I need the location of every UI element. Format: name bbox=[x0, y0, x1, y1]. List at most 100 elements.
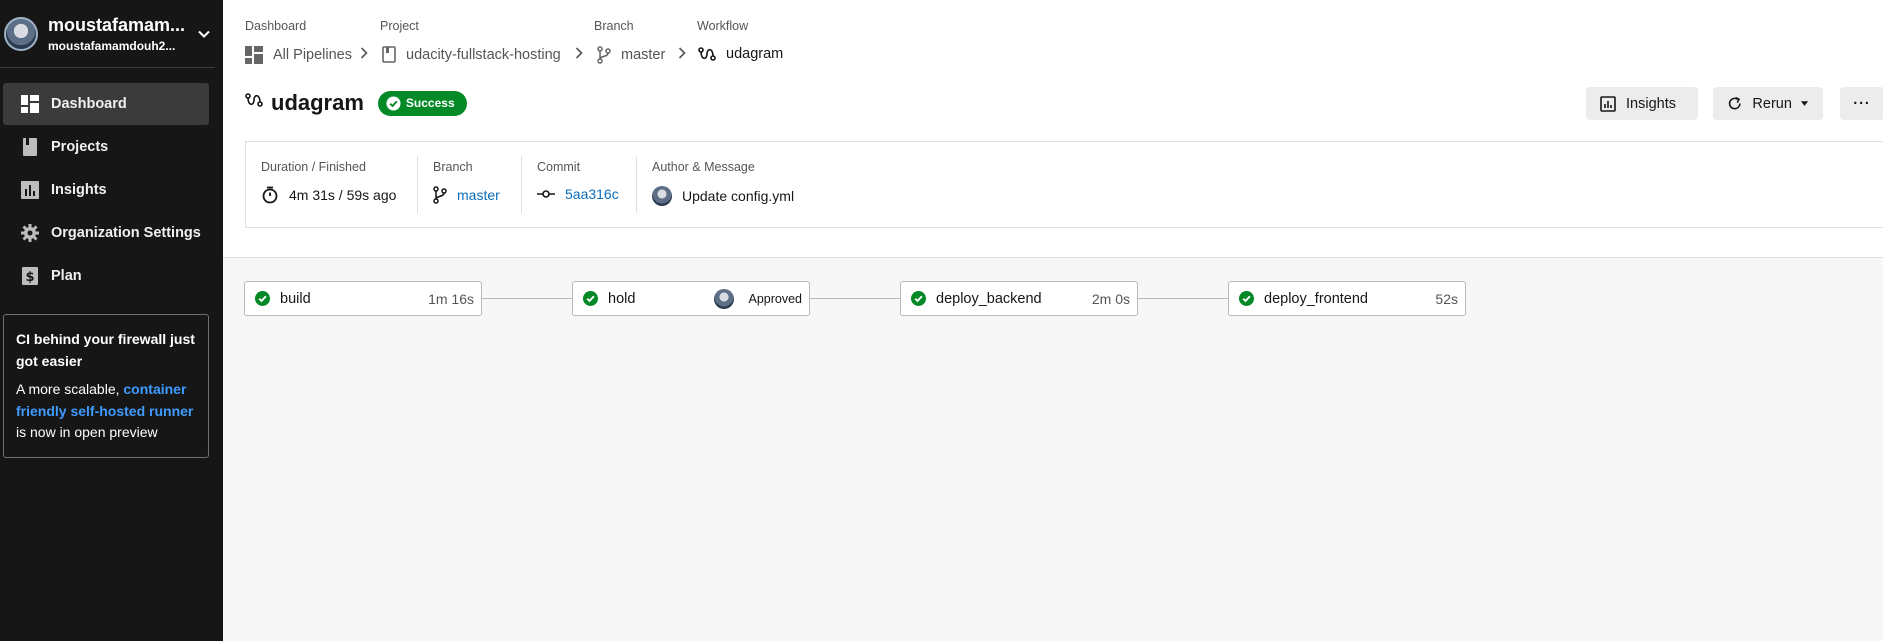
breadcrumb-item-label: udagram bbox=[726, 46, 784, 62]
breadcrumb-project[interactable]: udacity-fullstack-hosting bbox=[382, 46, 561, 63]
promo-card: CI behind your firewall just got easier … bbox=[3, 314, 209, 458]
promo-text: A more scalable, container friendly self… bbox=[16, 379, 196, 444]
chevron-down-icon[interactable] bbox=[196, 26, 212, 42]
check-circle-icon bbox=[1239, 291, 1254, 306]
chevron-right-icon bbox=[575, 46, 583, 62]
branch-icon bbox=[597, 46, 611, 64]
sidebar-item-projects[interactable]: Projects bbox=[3, 126, 209, 168]
job-duration: 2m 0s bbox=[1091, 290, 1130, 307]
promo-text-before: A more scalable, bbox=[16, 381, 120, 397]
insights-button-label: Insights bbox=[1626, 95, 1676, 112]
job-name: deploy_backend bbox=[936, 290, 1042, 307]
check-circle-icon bbox=[583, 291, 598, 306]
promo-title: CI behind your firewall just got easier bbox=[16, 331, 195, 369]
user-switcher[interactable]: moustafamam... moustafamamdouh2... bbox=[0, 0, 215, 68]
book-icon bbox=[20, 138, 39, 157]
job-deploy-backend[interactable]: deploy_backend 2m 0s bbox=[900, 281, 1138, 316]
chevron-right-icon bbox=[678, 46, 686, 62]
job-duration: 1m 16s bbox=[428, 290, 474, 307]
refresh-icon bbox=[1728, 96, 1741, 110]
workflow-summary: Duration / Finished 4m 31s / 59s ago Bra… bbox=[245, 141, 1883, 228]
svg-text:$: $ bbox=[25, 270, 34, 285]
approval-status: Approved bbox=[748, 291, 802, 306]
author-label: Author & Message bbox=[652, 160, 755, 174]
duration-value-row: 4m 31s / 59s ago bbox=[261, 186, 403, 204]
book-icon bbox=[382, 46, 396, 63]
job-connector bbox=[809, 298, 901, 299]
breadcrumb-label-dashboard: Dashboard bbox=[245, 19, 307, 33]
summary-duration: Duration / Finished 4m 31s / 59s ago bbox=[246, 156, 418, 213]
branch-label: Branch bbox=[433, 160, 473, 174]
dashboard-icon bbox=[245, 46, 263, 64]
rerun-button-label: Rerun bbox=[1752, 95, 1792, 112]
sidebar: moustafamam... moustafamamdouh2... Dashb… bbox=[0, 0, 223, 641]
breadcrumb-item-label: All Pipelines bbox=[273, 47, 352, 63]
breadcrumb-label-project: Project bbox=[380, 19, 419, 33]
rerun-button[interactable]: Rerun bbox=[1713, 87, 1823, 120]
commit-message: Update config.yml bbox=[682, 188, 795, 204]
breadcrumb-label-workflow: Workflow bbox=[697, 19, 749, 33]
sidebar-item-dashboard[interactable]: Dashboard bbox=[3, 83, 209, 125]
branch-icon bbox=[433, 186, 447, 204]
check-circle-icon bbox=[255, 291, 270, 306]
job-build[interactable]: build 1m 16s bbox=[244, 281, 482, 316]
sidebar-item-insights[interactable]: Insights bbox=[3, 169, 209, 211]
breadcrumb-item-label: master bbox=[621, 47, 666, 63]
more-options-icon: ··· bbox=[1853, 95, 1871, 112]
timer-icon bbox=[262, 186, 278, 204]
job-name: deploy_frontend bbox=[1264, 290, 1368, 307]
breadcrumb-item-label: udacity-fullstack-hosting bbox=[406, 46, 561, 63]
title-row: udagram Success bbox=[245, 90, 467, 116]
insights-button[interactable]: Insights bbox=[1586, 87, 1698, 120]
commit-label: Commit bbox=[537, 160, 581, 174]
page-title: udagram bbox=[271, 90, 364, 115]
commit-icon bbox=[537, 190, 555, 198]
status-badge: Success bbox=[377, 90, 467, 116]
job-duration: 52s bbox=[1435, 290, 1458, 307]
sidebar-item-plan[interactable]: $ Plan bbox=[3, 255, 209, 297]
more-button[interactable]: ··· bbox=[1840, 87, 1883, 120]
sidebar-item-organization-settings[interactable]: Organization Settings bbox=[3, 212, 209, 254]
user-name: moustafamam... bbox=[48, 14, 186, 35]
summary-author: Author & Message Update config.yml bbox=[637, 156, 837, 213]
avatar bbox=[652, 186, 672, 206]
caret-down-icon bbox=[1800, 100, 1809, 106]
gear-icon bbox=[20, 224, 39, 243]
summary-commit: Commit 5aa316c bbox=[522, 156, 637, 213]
branch-value: master bbox=[457, 187, 500, 203]
breadcrumb-branch[interactable]: master bbox=[597, 46, 665, 64]
chart-icon bbox=[20, 181, 39, 200]
duration-value: 4m 31s / 59s ago bbox=[289, 187, 397, 203]
breadcrumb-all-pipelines[interactable]: All Pipelines bbox=[245, 46, 352, 64]
job-hold[interactable]: hold Approved bbox=[572, 281, 810, 316]
job-deploy-frontend[interactable]: deploy_frontend 52s bbox=[1228, 281, 1466, 316]
duration-label: Duration / Finished bbox=[261, 160, 366, 174]
breadcrumb-label-branch: Branch bbox=[594, 19, 634, 33]
workflow-icon bbox=[698, 47, 716, 61]
commit-link[interactable]: 5aa316c bbox=[537, 186, 622, 202]
user-info: moustafamam... moustafamamdouh2... bbox=[48, 15, 188, 53]
status-badge-label: Success bbox=[405, 96, 455, 110]
sidebar-item-label: Organization Settings bbox=[51, 225, 201, 241]
workflow-header: Dashboard Project Branch Workflow All Pi… bbox=[223, 0, 1883, 258]
sidebar-item-label: Projects bbox=[51, 139, 109, 155]
job-connector bbox=[481, 298, 573, 299]
summary-branch: Branch master bbox=[418, 156, 522, 213]
chevron-right-icon bbox=[360, 46, 368, 62]
job-name: hold bbox=[608, 290, 636, 307]
dashboard-icon bbox=[20, 95, 39, 114]
job-connector bbox=[1137, 298, 1229, 299]
user-email: moustafamamdouh2... bbox=[48, 38, 176, 53]
dollar-icon: $ bbox=[20, 267, 39, 286]
sidebar-nav: Dashboard Projects Insights Organization… bbox=[0, 83, 223, 297]
workflow-icon bbox=[245, 93, 265, 113]
check-circle-icon bbox=[386, 95, 401, 111]
branch-link[interactable]: master bbox=[433, 186, 507, 204]
job-name: build bbox=[280, 290, 311, 307]
check-circle-icon bbox=[911, 291, 926, 306]
sidebar-item-label: Plan bbox=[51, 268, 82, 284]
author-message-row: Update config.yml bbox=[652, 186, 823, 206]
breadcrumb-workflow[interactable]: udagram bbox=[698, 46, 783, 62]
avatar bbox=[4, 16, 38, 51]
sidebar-item-label: Insights bbox=[51, 182, 107, 198]
